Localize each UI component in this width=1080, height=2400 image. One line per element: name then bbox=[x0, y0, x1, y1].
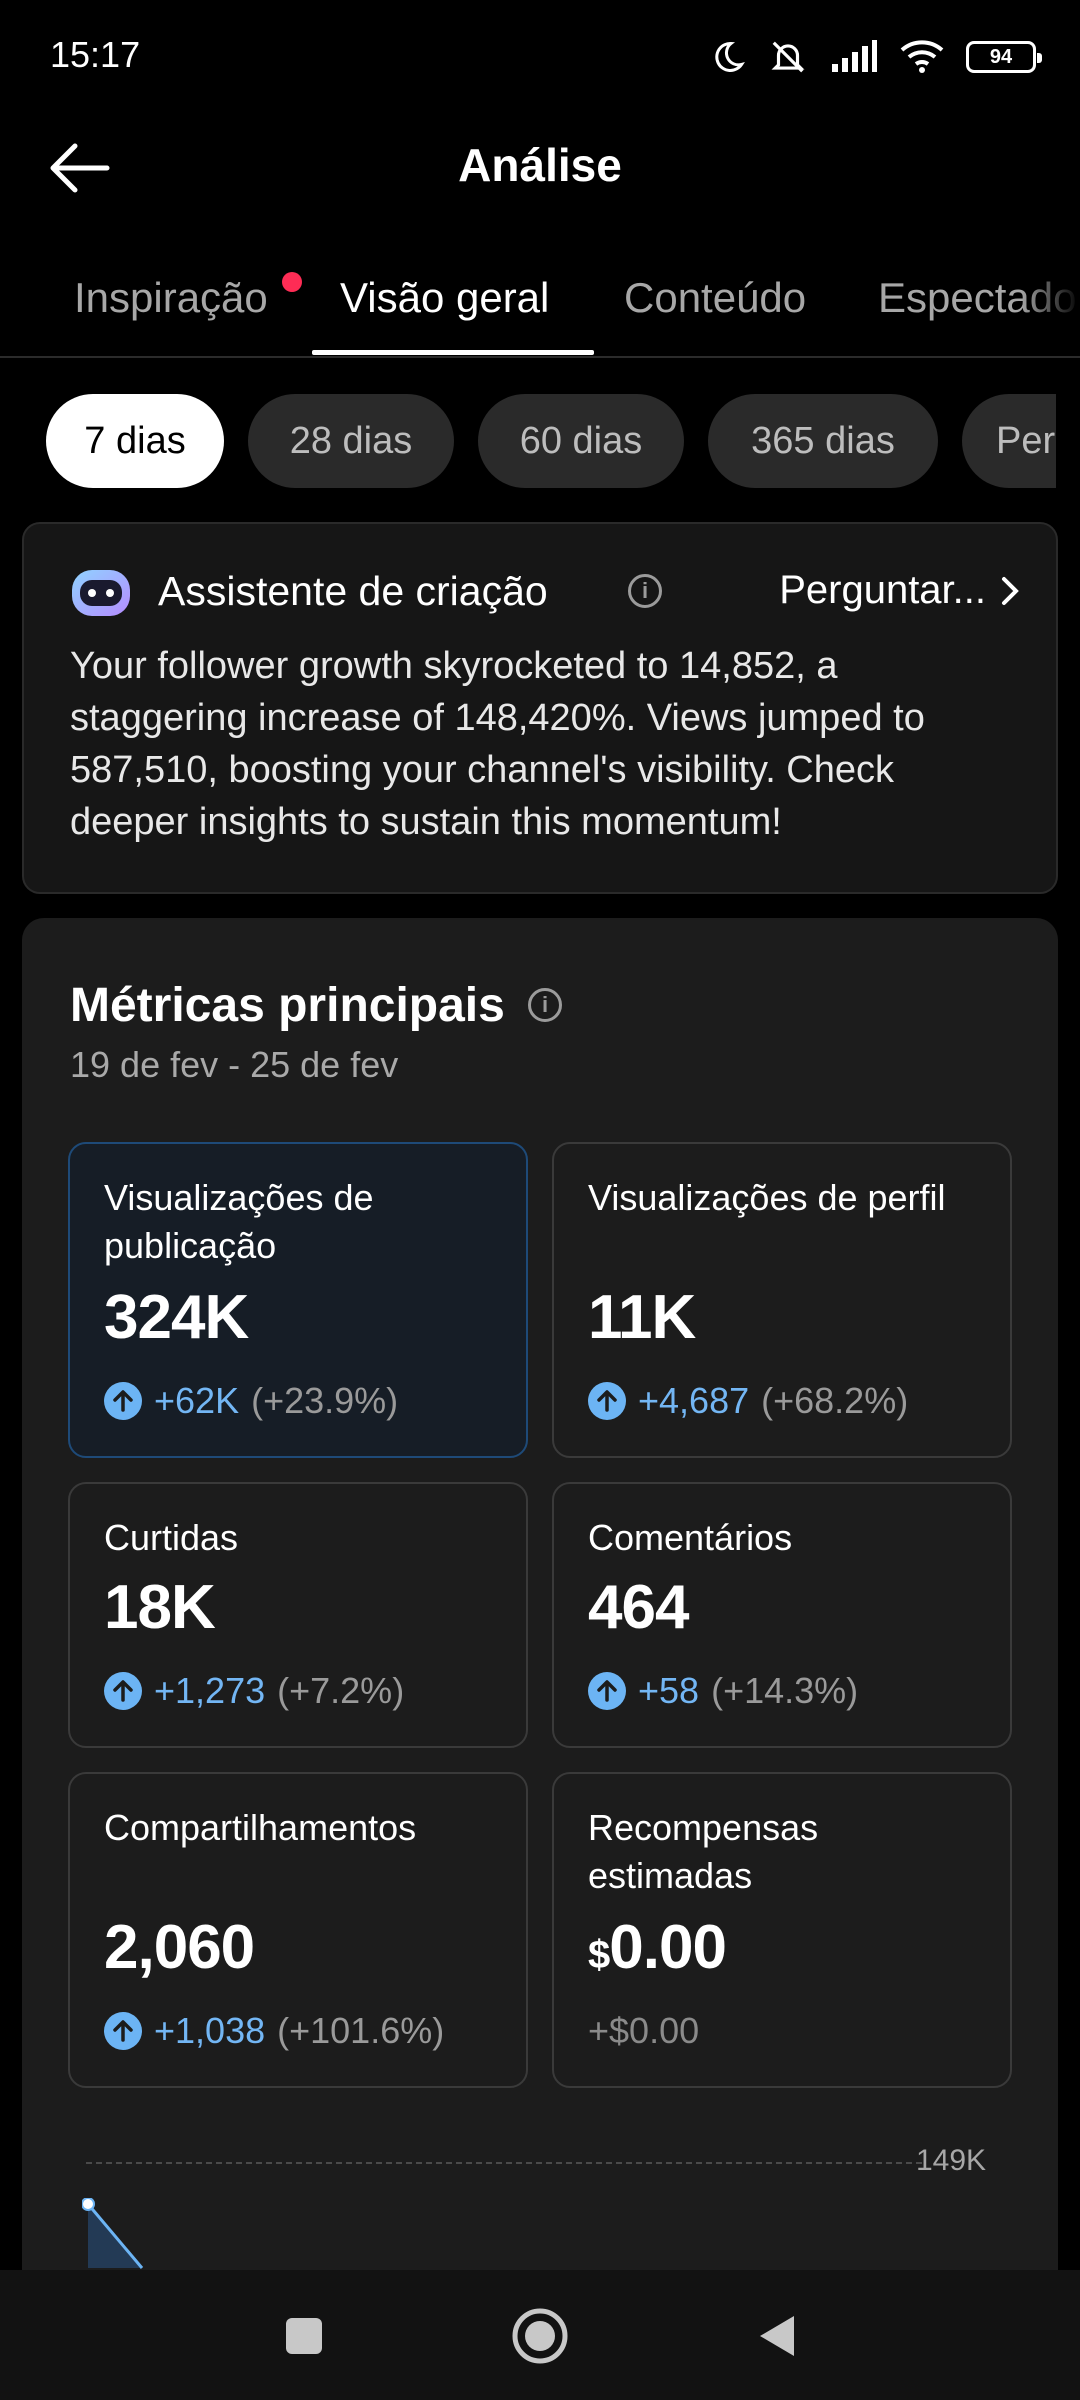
metric-delta: +4,687 bbox=[638, 1380, 750, 1421]
metric-tile-comments[interactable]: Comentários 464 +58 (+14.3%) bbox=[552, 1482, 1012, 1748]
tab-conteudo[interactable]: Conteúdo bbox=[624, 274, 806, 322]
metric-percent: (+23.9%) bbox=[251, 1380, 399, 1421]
back-nav-button[interactable] bbox=[746, 2306, 806, 2366]
currency-symbol: $ bbox=[588, 1933, 610, 1977]
tab-visao-geral[interactable]: Visão geral bbox=[340, 274, 549, 322]
reward-amount: 0.00 bbox=[609, 1913, 727, 1982]
metrics-date-range: 19 de fev - 25 de fev bbox=[70, 1044, 399, 1085]
metric-tile-shares[interactable]: Compartilhamentos 2,060 +1,038 (+101.6%) bbox=[68, 1772, 528, 2088]
chart-max-label: 149K bbox=[916, 2144, 987, 2177]
moon-icon bbox=[710, 39, 746, 75]
header: Análise bbox=[0, 118, 1080, 218]
wifi-icon bbox=[900, 40, 944, 74]
triangle-back-icon bbox=[760, 2316, 794, 2356]
creator-assistant-card: Assistente de criação i Perguntar... You… bbox=[22, 522, 1058, 894]
recents-button[interactable] bbox=[274, 2306, 334, 2366]
metric-change: +$0.00 bbox=[588, 2010, 699, 2052]
arrow-up-icon bbox=[588, 1672, 626, 1710]
metric-label: Curtidas bbox=[104, 1517, 239, 1558]
metrics-title: Métricas principais bbox=[70, 979, 505, 1032]
tab-bar: Inspiração Visão geral Conteúdo Espectad… bbox=[0, 240, 1080, 358]
metric-delta: +62K bbox=[154, 1380, 240, 1421]
metric-value: $0.00 bbox=[588, 1912, 727, 1983]
metric-label: Comentários bbox=[588, 1517, 793, 1558]
metric-change: +58 (+14.3%) bbox=[588, 1670, 858, 1712]
metric-label: Visualizações de publicação bbox=[104, 1177, 374, 1266]
chip-365-dias[interactable]: 365 dias bbox=[708, 394, 938, 488]
status-bar: 15:17 94 bbox=[0, 0, 1080, 118]
battery-level: 94 bbox=[989, 45, 1013, 68]
robot-icon bbox=[70, 568, 132, 618]
date-range-chips: 7 dias 28 dias 60 dias 365 dias Per bbox=[0, 394, 1056, 490]
status-icons: 94 bbox=[710, 38, 1042, 76]
metric-delta: +$0.00 bbox=[588, 2010, 700, 2051]
chart-line bbox=[82, 2198, 144, 2269]
status-time: 15:17 bbox=[50, 34, 141, 75]
screen: 15:17 94 Análise Inspiração Visão geral … bbox=[0, 0, 1080, 2400]
metric-tile-rewards[interactable]: Recompensas estimadas $0.00 +$0.00 bbox=[552, 1772, 1012, 2088]
metric-percent: (+7.2%) bbox=[277, 1670, 405, 1711]
chevron-right-icon bbox=[1002, 576, 1019, 605]
arrow-up-icon bbox=[104, 1382, 142, 1420]
tabs-fade bbox=[1020, 240, 1080, 356]
key-metrics-card: Métricas principais i 19 de fev - 25 de … bbox=[22, 918, 1058, 2318]
metric-percent: (+101.6%) bbox=[277, 2010, 445, 2051]
chip-60-dias[interactable]: 60 dias bbox=[478, 394, 684, 488]
tab-inspiracao[interactable]: Inspiração bbox=[74, 274, 268, 322]
metric-percent: (+68.2%) bbox=[761, 1380, 909, 1421]
metric-tile-likes[interactable]: Curtidas 18K +1,273 (+7.2%) bbox=[68, 1482, 528, 1748]
metric-label: Compartilhamentos bbox=[104, 1807, 417, 1848]
page-title: Análise bbox=[458, 139, 622, 191]
metric-change: +62K (+23.9%) bbox=[104, 1380, 398, 1422]
home-button[interactable] bbox=[510, 2306, 570, 2366]
assistant-summary: Your follower growth skyrocketed to 14,8… bbox=[70, 645, 925, 843]
metric-value: 18K bbox=[104, 1573, 216, 1642]
muted-bell-icon bbox=[768, 38, 808, 76]
chip-personalizado[interactable]: Per bbox=[962, 394, 1056, 488]
ask-label: Perguntar... bbox=[779, 568, 986, 612]
arrow-up-icon bbox=[588, 1382, 626, 1420]
metric-tile-profile-views[interactable]: Visualizações de perfil 11K +4,687 (+68.… bbox=[552, 1142, 1012, 1458]
ask-button[interactable]: Perguntar... bbox=[779, 568, 1020, 613]
info-icon[interactable]: i bbox=[628, 574, 662, 608]
metric-label: Visualizações de perfil bbox=[588, 1177, 946, 1218]
metric-delta: +1,038 bbox=[154, 2010, 266, 2051]
metric-delta: +1,273 bbox=[154, 1670, 266, 1711]
metric-change: +1,273 (+7.2%) bbox=[104, 1670, 404, 1712]
notification-dot bbox=[282, 272, 302, 292]
arrow-up-icon bbox=[104, 1672, 142, 1710]
signal-icon bbox=[830, 40, 878, 74]
circle-icon bbox=[512, 2308, 568, 2364]
info-icon[interactable]: i bbox=[528, 988, 562, 1022]
metric-value: 464 bbox=[588, 1573, 689, 1642]
metric-value: 11K bbox=[588, 1283, 696, 1352]
active-tab-indicator bbox=[312, 350, 594, 355]
assistant-title: Assistente de criação bbox=[158, 568, 548, 614]
metric-change: +1,038 (+101.6%) bbox=[104, 2010, 444, 2052]
metric-label: Recompensas estimadas bbox=[588, 1807, 819, 1896]
square-icon bbox=[286, 2318, 322, 2354]
metric-value: 2,060 bbox=[104, 1913, 255, 1982]
metric-value: 324K bbox=[104, 1283, 249, 1352]
chart-max-line bbox=[86, 2162, 922, 2164]
metric-tile-post-views[interactable]: Visualizações de publicação 324K +62K (+… bbox=[68, 1142, 528, 1458]
battery-icon: 94 bbox=[966, 41, 1042, 73]
metric-change: +4,687 (+68.2%) bbox=[588, 1380, 908, 1422]
system-nav-bar bbox=[0, 2270, 1080, 2400]
arrow-up-icon bbox=[104, 2012, 142, 2050]
chip-7-dias[interactable]: 7 dias bbox=[46, 394, 224, 488]
metric-percent: (+14.3%) bbox=[711, 1670, 859, 1711]
chip-28-dias[interactable]: 28 dias bbox=[248, 394, 454, 488]
metric-delta: +58 bbox=[638, 1670, 700, 1711]
